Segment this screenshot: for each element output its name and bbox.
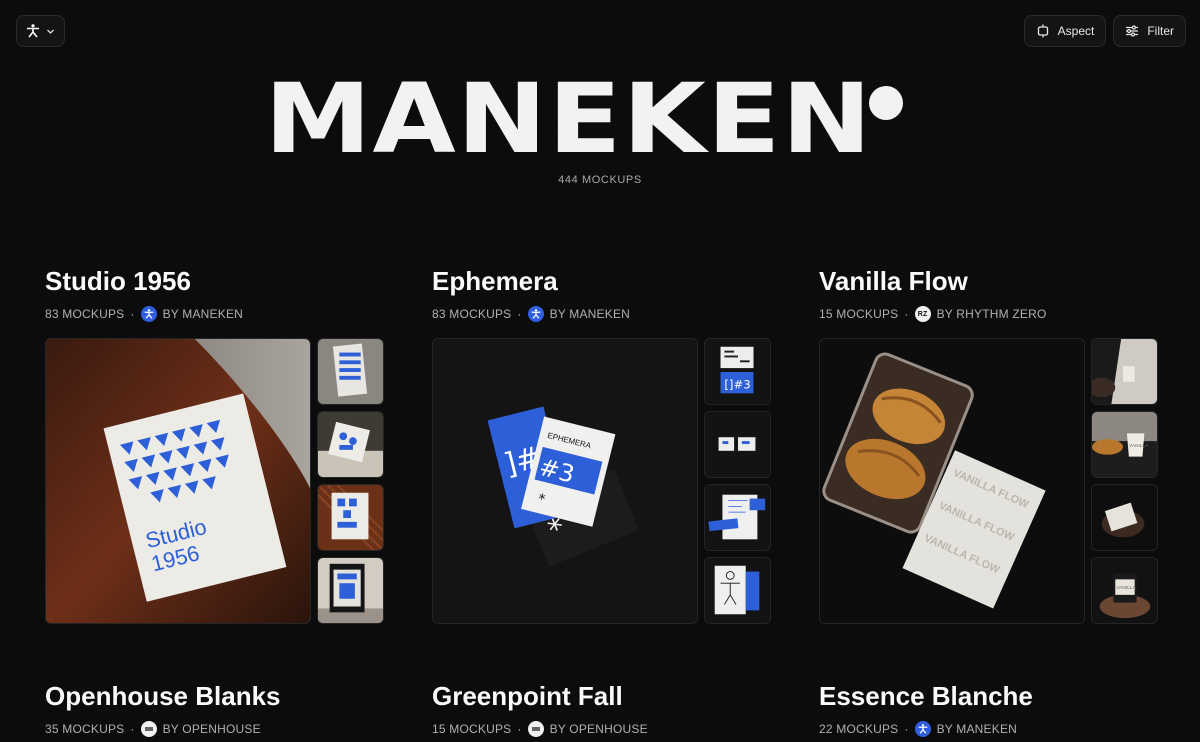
aspect-icon — [1037, 24, 1048, 38]
collection-title[interactable]: Vanilla Flow — [819, 266, 1159, 296]
brand-menu-button[interactable] — [16, 15, 65, 47]
author-avatar[interactable] — [140, 721, 157, 737]
preview-thumbnail[interactable] — [704, 557, 771, 624]
collection-card[interactable]: Essence Blanche 22 MOCKUPS · BY MANEKEN — [819, 681, 1159, 737]
main-preview-image[interactable]: * ]#3 #3 EPHEMERA * — [432, 338, 698, 624]
collection-gallery: VANILLA FLOW VANILLA FLOW VANILLA FLOW V… — [819, 338, 1159, 624]
collection-meta: 83 MOCKUPS · BY MANEKEN — [432, 306, 772, 322]
collection-gallery: * ]#3 #3 EPHEMERA * []#3 — [432, 338, 772, 624]
author-avatar[interactable] — [914, 721, 931, 737]
hero: MANEKEN 444 MOCKUPS — [0, 71, 1200, 186]
separator-dot: · — [517, 722, 522, 736]
preview-thumbnail[interactable] — [317, 338, 384, 405]
author-name[interactable]: BY MANEKEN — [550, 307, 630, 321]
preview-thumbnail[interactable] — [704, 411, 771, 478]
preview-thumbnail[interactable] — [1091, 484, 1158, 551]
author-name[interactable]: BY OPENHOUSE — [163, 722, 261, 736]
mockup-count: 83 MOCKUPS — [432, 307, 512, 321]
collection-title[interactable]: Openhouse Blanks — [45, 681, 385, 711]
separator-dot: · — [130, 307, 135, 321]
filter-label: Filter — [1147, 24, 1174, 38]
mockup-count: 22 MOCKUPS — [819, 722, 899, 736]
author-name[interactable]: BY MANEKEN — [937, 722, 1017, 736]
mockup-count: 15 MOCKUPS — [432, 722, 512, 736]
collection-meta: 83 MOCKUPS · BY MANEKEN — [45, 306, 385, 322]
chevron-down-icon — [47, 29, 54, 34]
author-avatar[interactable]: RZ — [914, 306, 931, 322]
collection-gallery: Studio 1956 — [45, 338, 385, 624]
svg-text:VANILLA: VANILLA — [1129, 443, 1149, 449]
preview-thumbnail[interactable] — [704, 484, 771, 551]
collection-card[interactable]: Studio 1956 83 MOCKUPS · BY MANEKEN Stud… — [45, 266, 385, 624]
top-bar: Aspect Filter — [16, 15, 1186, 47]
maneken-wordmark: MANEKEN — [265, 71, 903, 167]
separator-dot: · — [904, 722, 909, 736]
preview-thumbnail[interactable]: VANILLA — [1091, 557, 1158, 624]
svg-text:VANILLA: VANILLA — [1116, 585, 1136, 591]
mockup-count: 35 MOCKUPS — [45, 722, 125, 736]
sliders-icon — [1126, 25, 1139, 37]
collection-title[interactable]: Studio 1956 — [45, 266, 385, 296]
preview-thumbnail[interactable] — [317, 557, 384, 624]
separator-dot: · — [130, 722, 135, 736]
preview-thumbnail[interactable] — [1091, 338, 1158, 405]
filter-button[interactable]: Filter — [1113, 15, 1186, 47]
main-preview-image[interactable]: Studio 1956 — [45, 338, 311, 624]
mockup-count: 83 MOCKUPS — [45, 307, 125, 321]
maneken-logo-icon — [144, 309, 153, 319]
aspect-label: Aspect — [1057, 24, 1095, 38]
wordmark-dot — [868, 86, 903, 120]
maneken-logo-icon — [918, 724, 927, 734]
aspect-button[interactable]: Aspect — [1023, 15, 1107, 47]
collection-meta: 15 MOCKUPS · BY OPENHOUSE — [432, 721, 772, 737]
collection-meta: 15 MOCKUPS · RZ BY RHYTHM ZERO — [819, 306, 1159, 322]
separator-dot: · — [517, 307, 522, 321]
collection-card[interactable]: Vanilla Flow 15 MOCKUPS · RZ BY RHYTHM Z… — [819, 266, 1159, 624]
collection-title[interactable]: Greenpoint Fall — [432, 681, 772, 711]
main-preview-image[interactable]: VANILLA FLOW VANILLA FLOW VANILLA FLOW — [819, 338, 1085, 624]
collection-card[interactable]: Ephemera 83 MOCKUPS · BY MANEKEN * ]#3 #… — [432, 266, 772, 624]
separator-dot: · — [904, 307, 909, 321]
svg-text:[]#3: []#3 — [724, 377, 750, 391]
author-name[interactable]: BY OPENHOUSE — [550, 722, 648, 736]
hero-mockup-count: 444 MOCKUPS — [558, 174, 642, 186]
author-avatar[interactable] — [527, 721, 544, 737]
collection-meta: 35 MOCKUPS · BY OPENHOUSE — [45, 721, 385, 737]
openhouse-logo-icon — [531, 727, 540, 731]
collection-card[interactable]: Greenpoint Fall 15 MOCKUPS · BY OPENHOUS… — [432, 681, 772, 737]
hero-title: MANEKEN — [264, 63, 874, 175]
author-name[interactable]: BY MANEKEN — [163, 307, 243, 321]
preview-thumbnail[interactable]: []#3 — [704, 338, 771, 405]
preview-thumbnail[interactable] — [317, 484, 384, 551]
openhouse-logo-icon — [144, 727, 153, 731]
collection-card[interactable]: Openhouse Blanks 35 MOCKUPS · BY OPENHOU… — [45, 681, 385, 737]
maneken-logo-icon — [531, 309, 540, 319]
mockup-count: 15 MOCKUPS — [819, 307, 899, 321]
author-name[interactable]: BY RHYTHM ZERO — [937, 307, 1047, 321]
preview-thumbnail[interactable]: VANILLA — [1091, 411, 1158, 478]
collection-meta: 22 MOCKUPS · BY MANEKEN — [819, 721, 1159, 737]
collection-title[interactable]: Ephemera — [432, 266, 772, 296]
author-avatar[interactable] — [527, 306, 544, 322]
author-avatar[interactable] — [140, 306, 157, 322]
collection-title[interactable]: Essence Blanche — [819, 681, 1159, 711]
preview-thumbnail[interactable] — [317, 411, 384, 478]
maneken-logo-icon — [27, 24, 39, 38]
